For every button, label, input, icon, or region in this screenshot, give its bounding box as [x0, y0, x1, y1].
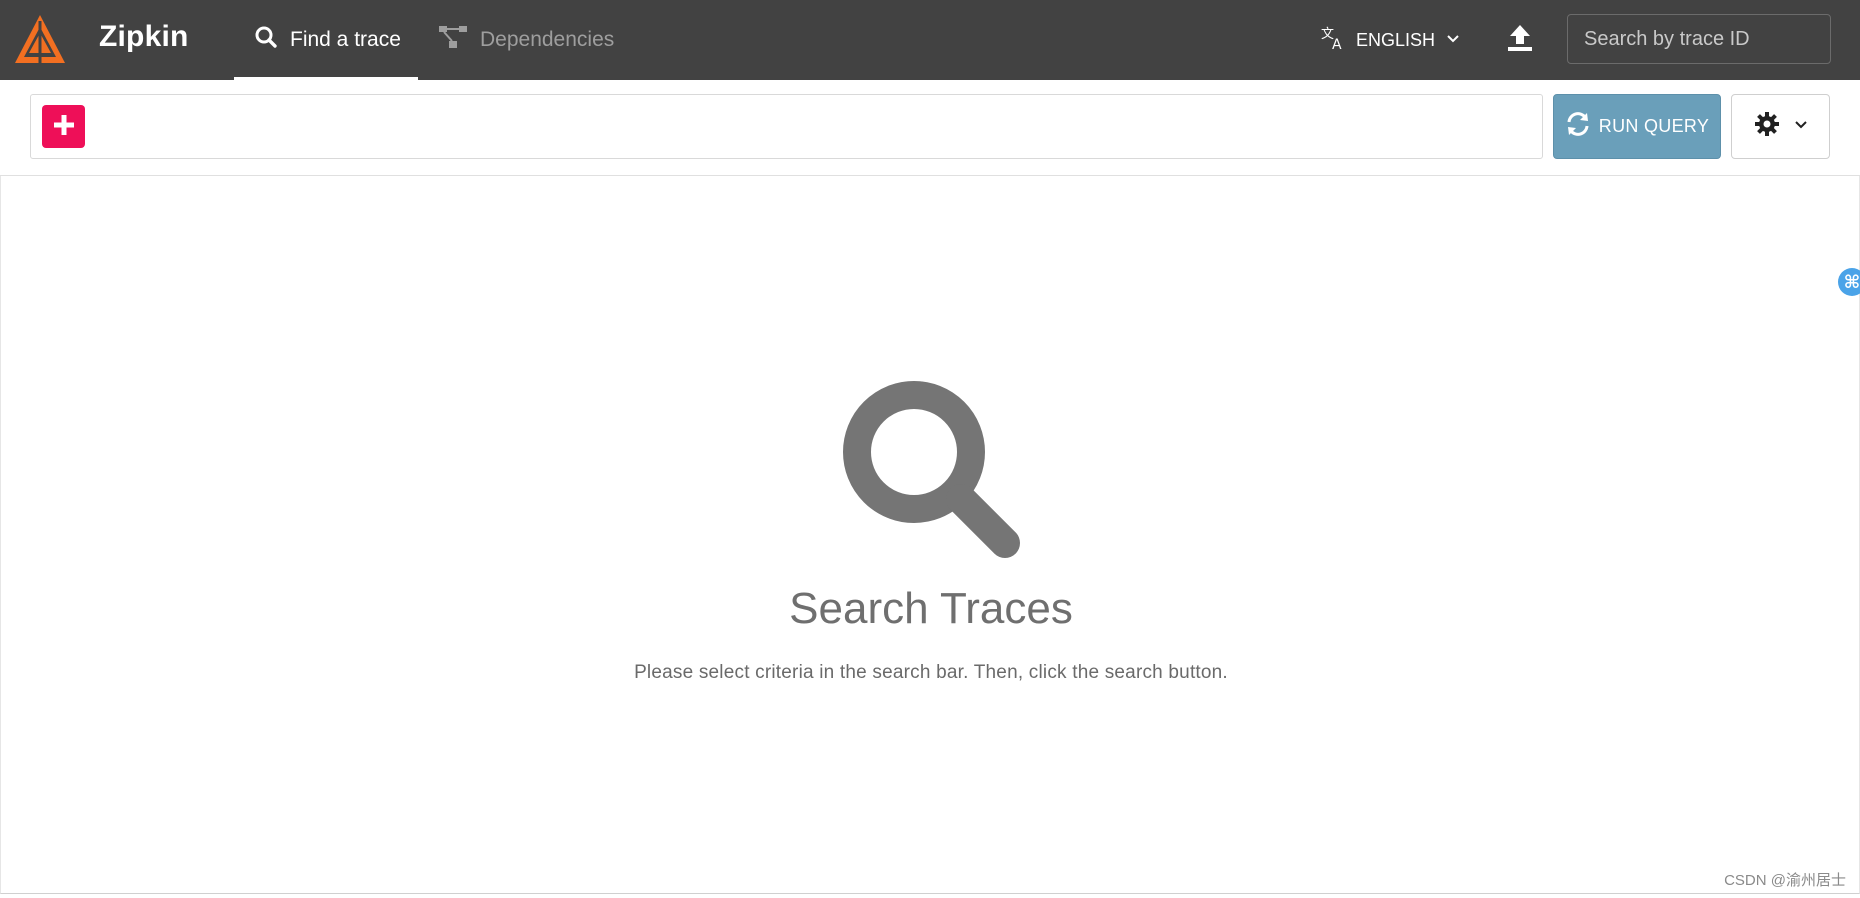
- language-label: ENGLISH: [1356, 29, 1436, 50]
- main-content: Search Traces Please select criteria in …: [0, 176, 1860, 894]
- translate-icon: 文 A: [1320, 25, 1346, 56]
- upload-icon: [1506, 23, 1534, 58]
- settings-menu-button[interactable]: [1731, 94, 1830, 159]
- tab-label: Dependencies: [480, 28, 615, 51]
- page: Zipkin Find a trace Dependencies 文 A ENG…: [0, 0, 1860, 898]
- empty-state-title: Search Traces: [789, 584, 1073, 633]
- upload-button[interactable]: [1502, 22, 1538, 58]
- search-icon: [254, 25, 278, 55]
- chevron-down-icon: [1794, 117, 1808, 136]
- gear-icon: [1754, 111, 1780, 142]
- empty-state-description: Please select criteria in the search bar…: [634, 662, 1228, 683]
- add-criteria-button[interactable]: [42, 105, 85, 148]
- plus-icon: [53, 114, 75, 139]
- refresh-icon: [1565, 111, 1591, 142]
- search-criteria-field[interactable]: [30, 94, 1543, 159]
- trace-id-search-input[interactable]: [1567, 14, 1831, 64]
- query-bar: RUN QUERY: [0, 80, 1860, 176]
- chevron-down-icon: [1445, 30, 1461, 51]
- app-bar: Zipkin Find a trace Dependencies 文 A ENG…: [0, 0, 1860, 80]
- zipkin-logo-icon[interactable]: [13, 13, 67, 67]
- svg-text:A: A: [1332, 37, 1342, 51]
- search-icon: [843, 381, 1020, 558]
- floating-shortcut-button[interactable]: ⌘: [1838, 268, 1860, 296]
- tab-find-a-trace[interactable]: Find a trace: [234, 0, 418, 80]
- run-query-label: RUN QUERY: [1598, 116, 1710, 136]
- language-selector[interactable]: 文 A ENGLISH: [1320, 22, 1461, 58]
- watermark: CSDN @渝州居士: [1724, 872, 1846, 889]
- app-title[interactable]: Zipkin: [99, 20, 189, 54]
- tab-dependencies[interactable]: Dependencies: [436, 0, 614, 80]
- run-query-button[interactable]: RUN QUERY: [1553, 94, 1721, 159]
- tab-label: Find a trace: [290, 28, 401, 51]
- dependencies-icon: [438, 24, 468, 56]
